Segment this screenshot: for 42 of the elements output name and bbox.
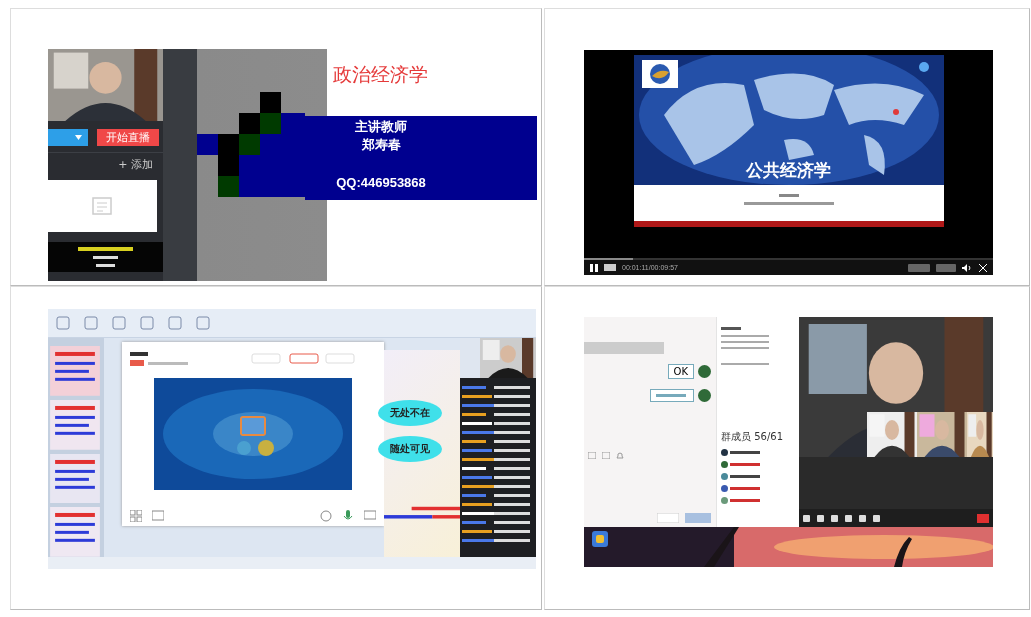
document-icon (91, 197, 114, 215)
message-bubble (650, 389, 694, 402)
avatar-icon (698, 389, 711, 402)
toolbar-icon[interactable] (168, 316, 182, 330)
callout-bubble: 随处可见 (378, 436, 442, 462)
fullscreen-icon[interactable] (979, 263, 987, 272)
volume-icon[interactable] (962, 263, 973, 272)
slide-title: 公共经济学 (745, 159, 832, 182)
slide-thumbnail[interactable] (50, 507, 100, 557)
member-count: 群成员 56/61 (721, 430, 784, 444)
toolbar-icon[interactable] (112, 316, 126, 330)
add-link[interactable]: + 添加 (118, 157, 153, 172)
globe-icon (641, 60, 678, 88)
folder-icon[interactable] (588, 452, 596, 459)
start-live-button[interactable]: 开始直播 (97, 129, 159, 146)
dropdown-button[interactable] (48, 129, 88, 146)
caret-icon (75, 135, 82, 140)
toolbar-icon[interactable] (196, 316, 210, 330)
image-icon[interactable] (602, 452, 610, 459)
member-name-drawing[interactable] (730, 498, 760, 503)
slide-title: 政治经济学 (332, 62, 429, 87)
toolbar-icon[interactable] (56, 316, 70, 330)
smiley-icon[interactable] (320, 510, 332, 522)
member-name-drawing[interactable] (730, 474, 760, 479)
slide-thumbnail[interactable] (50, 346, 100, 396)
toolbar-icon[interactable] (84, 316, 98, 330)
slide-thumbnail[interactable] (50, 399, 100, 450)
toolbar-icon[interactable] (140, 316, 154, 330)
member-name-drawing[interactable] (730, 450, 760, 455)
teacher-name: 郑寿春 (361, 136, 401, 154)
bell-icon[interactable] (616, 452, 624, 459)
slide-subtitle: 主讲教师 (355, 118, 407, 136)
pause-icon[interactable] (590, 263, 598, 272)
member-name-drawing[interactable] (730, 486, 760, 491)
layout-icon[interactable] (130, 510, 142, 522)
avatar-icon (698, 365, 711, 378)
callout-bubble: 无处不在 (378, 400, 442, 426)
slide-thumbnail[interactable] (50, 453, 100, 504)
message-bubble: OK (667, 364, 694, 379)
contact-text: QQ:446953868 (336, 174, 426, 192)
hang-up-button[interactable] (977, 513, 989, 523)
member-name-drawing[interactable] (730, 462, 760, 467)
